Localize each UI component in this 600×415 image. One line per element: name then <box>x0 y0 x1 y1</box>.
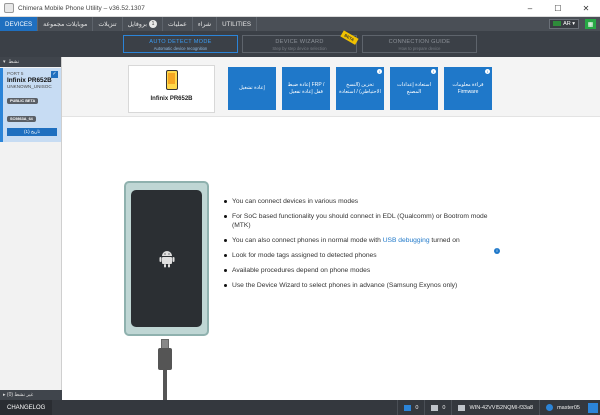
info-icon[interactable]: i <box>494 248 500 254</box>
tip-item: For SoC based functionality you should c… <box>224 212 494 230</box>
collapse-icon: ▾ <box>3 59 6 65</box>
action-reboot-label: إعادة تشغيل <box>239 85 265 92</box>
android-icon <box>159 250 174 267</box>
action-tiles: إعادة تشغيل إعادة ضبط FRP / قفل إعادة تف… <box>228 67 492 110</box>
message-status[interactable]: 0 <box>424 400 451 415</box>
computer-name: WIN-42VVI52NQMI-f33a8 <box>469 404 534 411</box>
inactive-section-header[interactable]: ▸ غير نشط (0) <box>0 390 62 400</box>
tip-item: Use the Device Wizard to select phones i… <box>224 281 494 290</box>
action-reboot[interactable]: إعادة تشغيل <box>228 67 276 110</box>
action-frp-reset[interactable]: إعادة ضبط FRP / قفل إعادة تفعيل <box>282 67 330 110</box>
usb-debugging-link[interactable]: USB debugging <box>383 237 430 244</box>
device-card[interactable]: PORT 5 ✓ Infinix PR652B UNKNOWN_UNISOC P… <box>0 68 61 142</box>
tip-item: Available procedures depend on phone mod… <box>224 266 494 275</box>
history-button[interactable]: تاريخ (1) <box>7 128 57 136</box>
tip-text-pre: You can also connect phones in normal mo… <box>232 237 383 244</box>
language-label: AR <box>563 21 571 27</box>
connection-guide-button[interactable]: CONNECTION GUIDE How to prepare device <box>362 35 477 53</box>
info-icon[interactable]: i <box>377 69 382 74</box>
language-select[interactable]: AR ▾ <box>549 19 579 29</box>
active-section-header[interactable]: ▾ نشط <box>0 57 61 67</box>
window-title: Chimera Mobile Phone Utility – v36.52.13… <box>18 4 145 12</box>
grid-icon[interactable]: ▦ <box>585 19 596 29</box>
device-wizard-button[interactable]: DEVICE WIZARD Step by step device select… <box>242 30 359 53</box>
minimize-button[interactable]: – <box>516 0 544 17</box>
device-action-band: Infinix PR652B إعادة تشغيل إعادة ضبط FRP… <box>62 57 600 117</box>
mail-icon <box>404 404 412 411</box>
status-bar: CHANGELOG 0 0 WIN-42VVI52NQMI-f33a8 mast… <box>0 400 600 415</box>
action-factory-reset[interactable]: i استعادة إعدادات المصنع <box>390 67 438 110</box>
action-firmware-label: قراءة معلومات Firmware <box>452 82 484 95</box>
phone-icon <box>165 70 178 90</box>
device-wizard-title: DEVICE WIZARD <box>275 39 324 45</box>
window-controls: – ☐ ✕ <box>516 0 600 17</box>
device-sidebar: ▾ نشط PORT 5 ✓ Infinix PR652B UNKNOWN_UN… <box>0 57 62 400</box>
action-read-firmware[interactable]: i قراءة معلومات Firmware <box>444 67 492 110</box>
user-name: master05 <box>557 404 580 411</box>
action-frp-label: إعادة ضبط FRP / قفل إعادة تفعيل <box>287 82 325 95</box>
mail-status[interactable]: 0 <box>397 400 424 415</box>
menu-phone-groups[interactable]: موبايلات مجموعة <box>38 17 94 31</box>
flag-icon <box>553 21 562 27</box>
active-section-label: نشط <box>8 59 20 65</box>
menu-right: AR ▾ ▦ <box>549 17 600 31</box>
menu-buy[interactable]: شراء <box>193 17 218 31</box>
user-icon <box>546 404 554 411</box>
main-menu: DEVICES موبايلات مجموعة تنزيلات بروفايل … <box>0 17 600 31</box>
auto-detect-title: AUTO DETECT MODE <box>149 39 212 45</box>
checkbox-icon[interactable]: ✓ <box>51 71 58 78</box>
maximize-button[interactable]: ☐ <box>544 0 572 17</box>
changelog-button[interactable]: CHANGELOG <box>0 400 53 415</box>
device-model: Infinix PR652B <box>7 77 52 84</box>
tip-text-post: turned on <box>429 237 460 244</box>
user-status[interactable]: master05 <box>539 400 586 415</box>
info-icon[interactable]: i <box>431 69 436 74</box>
inactive-section-label: غير نشط (0) <box>6 392 34 398</box>
app-icon <box>4 3 14 13</box>
status-right: 0 0 WIN-42VVI52NQMI-f33a8 master05 <box>397 400 600 415</box>
usb-plug <box>158 348 172 370</box>
tag-chip: SC9863A_64 <box>7 116 36 122</box>
connection-guide-title: CONNECTION GUIDE <box>388 39 451 45</box>
computer-status: WIN-42VVI52NQMI-f33a8 <box>451 400 539 415</box>
phone-screen <box>131 190 202 327</box>
device-wizard-subtitle: Step by step device selection <box>272 46 327 51</box>
menu-utilities[interactable]: UTILITIES <box>217 17 258 31</box>
info-icon[interactable]: i <box>485 69 490 74</box>
menu-profile[interactable]: بروفايل 1 <box>123 17 163 31</box>
menu-devices[interactable]: DEVICES <box>0 17 39 31</box>
tip-item: You can also connect phones in normal mo… <box>224 236 494 245</box>
main-panel: Infinix PR652B إعادة تشغيل إعادة ضبط FRP… <box>62 57 600 400</box>
menu-profile-label: بروفايل <box>127 20 147 28</box>
selected-device-name: Infinix PR652B <box>150 96 193 102</box>
tip-item: You can connect devices in various modes <box>224 197 494 206</box>
menu-operations[interactable]: عمليات <box>163 17 193 31</box>
usb-cable <box>163 369 167 400</box>
mail-count: 0 <box>415 404 419 411</box>
message-icon <box>431 404 439 411</box>
tag-public-beta: PUBLIC BETA <box>7 98 39 104</box>
tip-item: Look for mode tags assigned to detected … <box>224 251 494 260</box>
message-count: 0 <box>442 404 446 411</box>
profile-badge: 1 <box>148 20 157 28</box>
computer-icon <box>458 404 466 411</box>
auto-detect-mode-button[interactable]: AUTO DETECT MODE Automatic device recogn… <box>123 35 238 53</box>
action-factory-label: استعادة إعدادات المصنع <box>397 82 431 95</box>
action-backup-label: تخزين (النسخ الاحتياطي) / استعادة <box>339 82 381 95</box>
connection-tips: You can connect devices in various modes… <box>224 197 494 296</box>
phone-illustration <box>124 181 209 336</box>
title-bar: Chimera Mobile Phone Utility – v36.52.13… <box>0 0 600 17</box>
tray-icon[interactable] <box>588 402 598 413</box>
menu-downloads[interactable]: تنزيلات <box>93 17 123 31</box>
selected-device-box: Infinix PR652B <box>128 65 215 113</box>
mode-bar: AUTO DETECT MODE Automatic device recogn… <box>0 30 600 57</box>
connection-guide-subtitle: How to prepare device <box>398 46 441 51</box>
close-button[interactable]: ✕ <box>572 0 600 17</box>
expand-icon: ▸ <box>3 392 6 398</box>
action-backup-restore[interactable]: i تخزين (النسخ الاحتياطي) / استعادة <box>336 67 384 110</box>
auto-detect-subtitle: Automatic device recognition <box>153 46 208 51</box>
